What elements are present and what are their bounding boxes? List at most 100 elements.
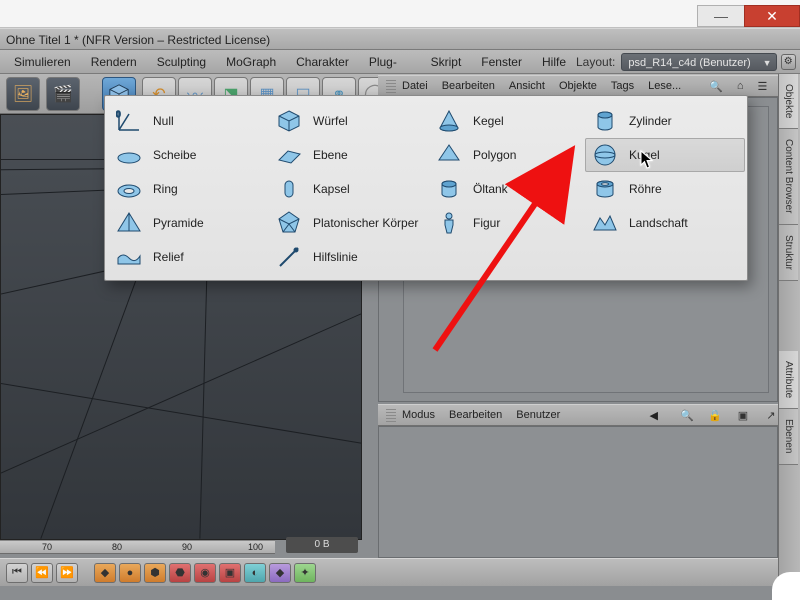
primitive-ring[interactable]: Ring [109, 172, 267, 206]
primitive-roehre[interactable]: Röhre [585, 172, 745, 206]
primitive-figur[interactable]: Figur [429, 206, 587, 240]
ruler-tick-label: 90 [182, 542, 192, 552]
back-arrow-icon[interactable]: ◀ [650, 409, 658, 422]
attrmenu-modus[interactable]: Modus [402, 409, 435, 421]
primitive-label: Kugel [629, 148, 660, 162]
menu-rendern[interactable]: Rendern [81, 50, 147, 74]
primitive-label: Polygon [473, 148, 516, 162]
autokey-button[interactable]: ● [119, 563, 141, 583]
roehre-icon [591, 175, 619, 203]
oeltank-icon [435, 175, 463, 203]
primitive-label: Hilfslinie [313, 250, 358, 264]
primitive-null[interactable]: 0Null [109, 104, 267, 138]
primitive-relief[interactable]: Relief [109, 240, 267, 274]
menu-hilfe[interactable]: Hilfe [532, 50, 576, 74]
primitive-ebene[interactable]: Ebene [269, 138, 427, 172]
primitive-polygon[interactable]: Polygon [429, 138, 587, 172]
grip-icon[interactable] [386, 409, 396, 423]
new-icon[interactable]: ▣ [736, 408, 750, 422]
primitive-label: Pyramide [153, 216, 204, 230]
scheibe-icon [115, 141, 143, 169]
layout-dropdown[interactable]: psd_R14_c4d (Benutzer) [621, 53, 776, 71]
primitive-label: Null [153, 114, 174, 128]
goto-start-button[interactable]: ⏮ [6, 563, 28, 583]
primitive-oeltank[interactable]: Öltank [429, 172, 587, 206]
objmenu-objekte[interactable]: Objekte [559, 80, 597, 92]
key-pos-button[interactable]: ⬢ [144, 563, 166, 583]
landschaft-icon [591, 209, 619, 237]
objmenu-ansicht[interactable]: Ansicht [509, 80, 545, 92]
primitive-kugel[interactable]: Kugel [585, 138, 745, 172]
primitive-label: Ebene [313, 148, 348, 162]
menu-simulieren[interactable]: Simulieren [4, 50, 81, 74]
primitive-wuerfel[interactable]: Würfel [269, 104, 427, 138]
objmenu-lese[interactable]: Lese... [648, 80, 681, 92]
step-fwd-button[interactable]: ⏩ [56, 563, 78, 583]
objmenu-tags[interactable]: Tags [611, 80, 634, 92]
relief-icon [115, 243, 143, 271]
playback-bar: ⏮ ⏪ ⏩ ◆ ● ⬢ ⬣ ◉ ▣ ◐ ◆ ✦ [0, 558, 778, 586]
ruler-tick-label: 100 [248, 542, 263, 552]
primitive-zylinder[interactable]: Zylinder [585, 104, 745, 138]
primitive-label: Kegel [473, 114, 504, 128]
primitive-label: Scheibe [153, 148, 196, 162]
key-anim-button[interactable]: ◆ [269, 563, 291, 583]
menu-plugins[interactable]: Plug-ins [359, 50, 421, 74]
step-back-button[interactable]: ⏪ [31, 563, 53, 583]
attrmenu-bearbeiten[interactable]: Bearbeiten [449, 409, 502, 421]
primitive-label: Öltank [473, 182, 508, 196]
primitive-label: Relief [153, 250, 184, 264]
window-title: Ohne Titel 1 * (NFR Version – Restricted… [0, 28, 800, 50]
layout-config-button[interactable]: ⚙ [781, 54, 796, 70]
view-icon[interactable]: ☰ [758, 79, 768, 93]
wuerfel-icon [275, 107, 303, 135]
lock-icon[interactable]: 🔒 [708, 408, 722, 422]
search-icon[interactable]: 🔍 [709, 79, 723, 93]
sidetab-struktur[interactable]: Struktur [779, 225, 798, 281]
tool-clapper-icon[interactable]: 🎬 [46, 77, 80, 111]
kegel-icon [435, 107, 463, 135]
sidetab-ebenen[interactable]: Ebenen [779, 409, 798, 464]
primitive-label: Platonischer Körper [313, 216, 418, 230]
primitive-pyramide[interactable]: Pyramide [109, 206, 267, 240]
grip-icon[interactable] [386, 80, 396, 94]
primitive-label: Landschaft [629, 216, 688, 230]
key-pla-button[interactable]: ◐ [244, 563, 266, 583]
key-rot-button[interactable]: ⬣ [169, 563, 191, 583]
os-titlebar: — ✕ [0, 0, 800, 28]
tool-render-icon[interactable]: 🖼 [6, 77, 40, 111]
attrmenu-benutzer[interactable]: Benutzer [516, 409, 560, 421]
window-minimize-button[interactable]: — [697, 5, 745, 27]
primitive-scheibe[interactable]: Scheibe [109, 138, 267, 172]
sidetab-attribute[interactable]: Attribute [779, 351, 798, 409]
objmenu-datei[interactable]: Datei [402, 80, 428, 92]
primitive-kegel[interactable]: Kegel [429, 104, 587, 138]
figur-icon [435, 209, 463, 237]
menu-skript[interactable]: Skript [421, 50, 472, 74]
menu-sculpting[interactable]: Sculpting [147, 50, 216, 74]
primitive-label: Ring [153, 182, 178, 196]
search-icon[interactable]: 🔍 [680, 408, 694, 422]
attribute-pane [378, 426, 778, 558]
primitive-landschaft[interactable]: Landschaft [585, 206, 745, 240]
timeline-ruler[interactable]: 70 80 90 100 [0, 540, 275, 554]
key-scale-button[interactable]: ◉ [194, 563, 216, 583]
primitive-hilfslinie[interactable]: Hilfslinie [269, 240, 427, 274]
menu-fenster[interactable]: Fenster [471, 50, 532, 74]
primitive-platon[interactable]: Platonischer Körper [269, 206, 427, 240]
key-param-button[interactable]: ▣ [219, 563, 241, 583]
menu-mograph[interactable]: MoGraph [216, 50, 286, 74]
object-manager-menubar: Datei Bearbeiten Ansicht Objekte Tags Le… [378, 75, 778, 97]
home-icon[interactable]: ⌂ [737, 79, 744, 93]
window-close-button[interactable]: ✕ [744, 5, 800, 27]
maximize-icon[interactable]: ↗ [764, 408, 778, 422]
primitive-label: Röhre [629, 182, 662, 196]
menu-charakter[interactable]: Charakter [286, 50, 359, 74]
key-active-button[interactable]: ✦ [294, 563, 316, 583]
objmenu-bearbeiten[interactable]: Bearbeiten [442, 80, 495, 92]
sidetab-objekte[interactable]: Objekte [779, 74, 798, 129]
zylinder-icon [591, 107, 619, 135]
primitive-kapsel[interactable]: Kapsel [269, 172, 427, 206]
record-key-button[interactable]: ◆ [94, 563, 116, 583]
sidetab-content-browser[interactable]: Content Browser [779, 129, 798, 224]
